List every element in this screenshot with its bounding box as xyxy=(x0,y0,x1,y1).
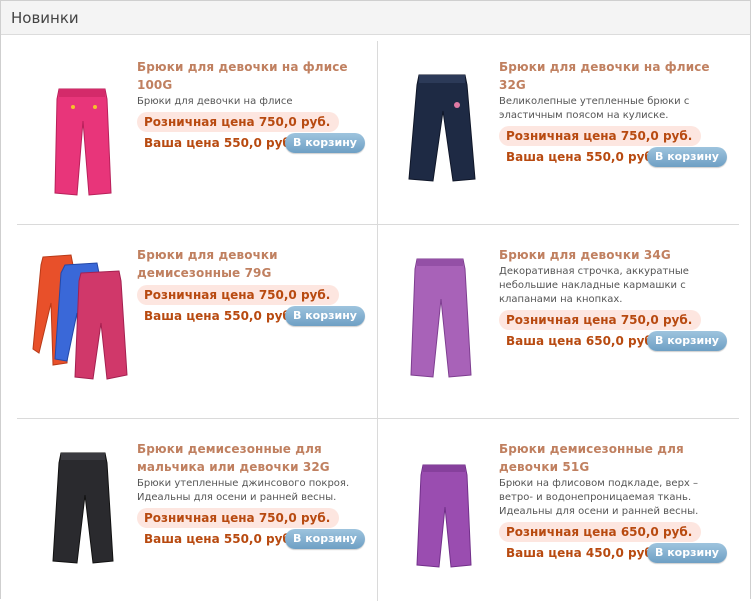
product-image[interactable] xyxy=(21,243,137,393)
retail-price: Розничная цена 650,0 руб. xyxy=(499,522,702,542)
product-title[interactable]: Брюки демисезонные для девочки 51G xyxy=(499,440,731,476)
new-arrivals-panel: Новинки Брюки для девочки на флисе 100G … xyxy=(0,0,751,601)
product-description: Брюки на флисовом подкладе, верх – ветро… xyxy=(499,478,699,517)
your-price: Ваша цена 450,0 руб. xyxy=(506,546,658,560)
retail-price: Розничная цена 750,0 руб. xyxy=(499,126,702,146)
product-image[interactable] xyxy=(21,431,137,581)
pants-icon xyxy=(416,464,472,568)
product-card: Брюки демисезонные для девочки 51G Брюки… xyxy=(379,419,740,601)
panel-title: Новинки xyxy=(1,1,750,35)
product-title[interactable]: Брюки для девочки на флисе 100G xyxy=(137,58,369,94)
pants-icon xyxy=(32,254,128,380)
product-card: Брюки для девочки 34G Декоративная строч… xyxy=(379,225,740,418)
add-to-cart-button[interactable]: В корзину xyxy=(647,331,727,351)
product-card: Брюки для девочки на флисе 100G Брюки дл… xyxy=(17,41,378,224)
product-image[interactable] xyxy=(21,51,137,201)
pants-icon xyxy=(54,88,112,196)
retail-price: Розничная цена 750,0 руб. xyxy=(137,112,340,132)
product-card: Брюки для девочки демисезонные 79G Розни… xyxy=(17,225,378,418)
add-to-cart-button[interactable]: В корзину xyxy=(285,133,365,153)
retail-price: Розничная цена 750,0 руб. xyxy=(137,508,340,528)
add-to-cart-button[interactable]: В корзину xyxy=(285,306,365,326)
add-to-cart-button[interactable]: В корзину xyxy=(647,147,727,167)
your-price: Ваша цена 550,0 руб. xyxy=(144,532,296,546)
product-description: Брюки утепленные джинсового покроя. Идеа… xyxy=(137,478,350,503)
product-description: Декоративная строчка, аккуратные небольш… xyxy=(499,266,689,305)
product-title[interactable]: Брюки для девочки на флисе 32G xyxy=(499,58,731,94)
pants-icon xyxy=(52,452,114,564)
your-price: Ваша цена 550,0 руб. xyxy=(506,150,658,164)
product-title[interactable]: Брюки демисезонные для мальчика или дево… xyxy=(137,440,369,476)
retail-price: Розничная цена 750,0 руб. xyxy=(499,310,702,330)
product-image[interactable] xyxy=(383,437,499,587)
your-price: Ваша цена 550,0 руб. xyxy=(144,309,296,323)
product-description: Великолепные утепленные брюки с эластичн… xyxy=(499,96,690,121)
product-description: Брюки для девочки на флисе xyxy=(137,96,293,107)
add-to-cart-button[interactable]: В корзину xyxy=(647,543,727,563)
your-price: Ваша цена 650,0 руб. xyxy=(506,334,658,348)
your-price: Ваша цена 550,0 руб. xyxy=(144,136,296,150)
retail-price: Розничная цена 750,0 руб. xyxy=(137,285,340,305)
product-card: Брюки демисезонные для мальчика или дево… xyxy=(17,419,378,601)
add-to-cart-button[interactable]: В корзину xyxy=(285,529,365,549)
product-image[interactable] xyxy=(383,61,499,211)
product-image[interactable] xyxy=(383,249,499,399)
product-card: Брюки для девочки на флисе 32G Великолеп… xyxy=(379,41,740,224)
product-title[interactable]: Брюки для девочки демисезонные 79G xyxy=(137,246,369,282)
product-title[interactable]: Брюки для девочки 34G xyxy=(499,246,731,264)
pants-icon xyxy=(410,258,472,378)
pants-icon xyxy=(408,74,476,182)
